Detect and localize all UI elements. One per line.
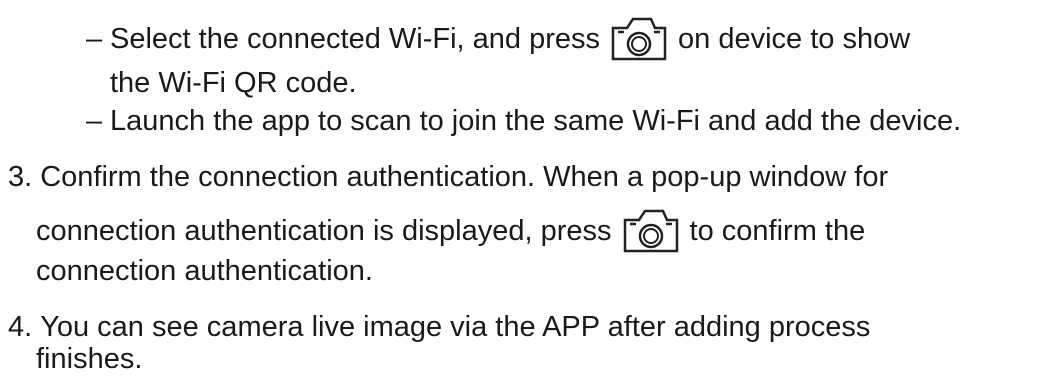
step-4-number: 4. <box>8 311 33 343</box>
camera-icon <box>622 208 680 254</box>
bullet-dash: – <box>86 23 103 55</box>
step-3-text-after: to confirm the <box>689 215 866 247</box>
step-3-text-line-3: connection authentication. <box>36 255 373 287</box>
step-4-line-1: 4. You can see camera live image via the… <box>8 310 870 344</box>
sub-step-1-line-2: the Wi-Fi QR code. <box>110 66 357 100</box>
step-3-text-before: connection authentication is displayed, … <box>36 215 612 247</box>
step-3-number: 3. <box>8 161 33 193</box>
sub-step-1-text-before: Select the connected Wi-Fi, and press <box>110 23 601 55</box>
bullet-dash: – <box>86 105 103 137</box>
sub-step-1-text-after: on device to show <box>678 23 911 55</box>
step-3-line-3: connection authentication. <box>36 254 373 288</box>
step-3-text-line-1: Confirm the connection authentication. W… <box>40 161 889 193</box>
sub-step-2-line: – Launch the app to scan to join the sam… <box>86 104 961 138</box>
step-4-text-line-1: You can see camera live image via the AP… <box>40 311 871 343</box>
step-4-text-line-2: finishes. <box>36 343 143 375</box>
step-4-line-2: finishes. <box>36 342 142 376</box>
manual-page: – Select the connected Wi-Fi, and press … <box>0 0 1063 388</box>
sub-step-2-text: Launch the app to scan to join the same … <box>110 105 962 137</box>
camera-icon <box>610 16 668 62</box>
step-3-line-2: connection authentication is displayed, … <box>36 208 865 254</box>
step-3-line-1: 3. Confirm the connection authentication… <box>8 160 888 194</box>
sub-step-1-continuation: the Wi-Fi QR code. <box>110 67 357 99</box>
sub-step-1-line-1: – Select the connected Wi-Fi, and press … <box>86 16 910 62</box>
